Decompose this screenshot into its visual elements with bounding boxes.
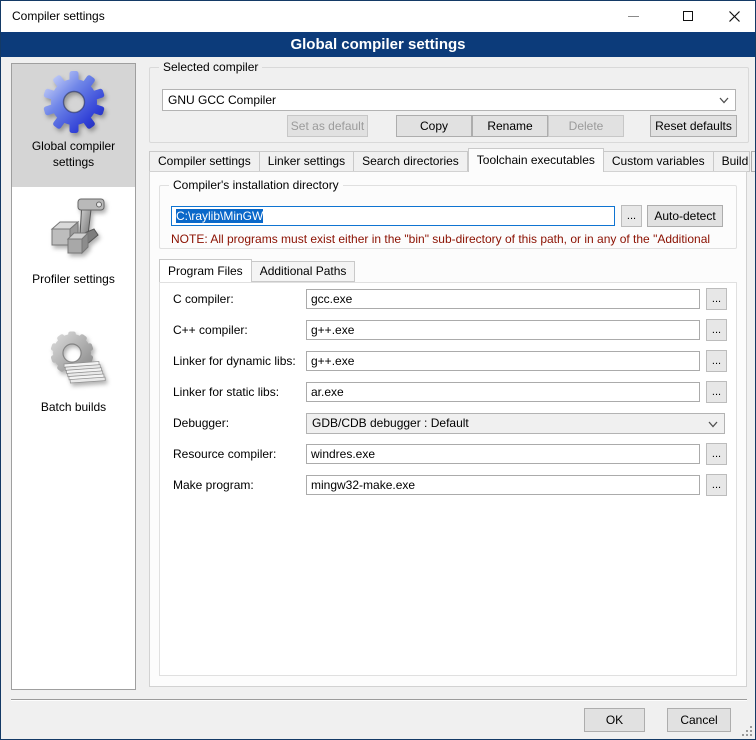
- installation-directory-group-label: Compiler's installation directory: [169, 178, 343, 192]
- linker-static-value: ar.exe: [311, 385, 344, 399]
- maximize-icon: [683, 11, 693, 21]
- tab-build-options[interactable]: Build options: [714, 151, 750, 172]
- c-compiler-value: gcc.exe: [311, 292, 352, 306]
- debugger-value: GDB/CDB debugger : Default: [312, 416, 469, 430]
- cpp-compiler-input[interactable]: g++.exe: [306, 320, 700, 340]
- linker-static-input[interactable]: ar.exe: [306, 382, 700, 402]
- footer-divider: [11, 699, 747, 701]
- selected-compiler-group-label: Selected compiler: [159, 60, 262, 74]
- field-label-linker-static: Linker for static libs:: [173, 385, 279, 399]
- cancel-button[interactable]: Cancel: [667, 708, 731, 732]
- set-as-default-button[interactable]: Set as default: [287, 115, 368, 137]
- minimize-icon: [628, 16, 639, 17]
- linker-static-browse-button[interactable]: ...: [706, 381, 727, 403]
- chevron-down-icon: [719, 97, 729, 104]
- tab-compiler-settings[interactable]: Compiler settings: [149, 151, 260, 172]
- close-icon: [729, 11, 740, 22]
- make-program-value: mingw32-make.exe: [311, 478, 415, 492]
- field-label-cpp-compiler: C++ compiler:: [173, 323, 248, 337]
- field-label-c-compiler: C compiler:: [173, 292, 234, 306]
- settings-tab-bar: Compiler settings Linker settings Search…: [149, 148, 756, 172]
- sidebar-item-label: Profiler settings: [12, 271, 135, 287]
- sidebar-item-global-compiler-settings[interactable]: Global compiler settings: [12, 64, 135, 187]
- copy-button[interactable]: Copy: [396, 115, 472, 137]
- note-text: NOTE: All programs must exist either in …: [171, 232, 733, 246]
- tab-search-directories[interactable]: Search directories: [354, 151, 468, 172]
- close-button[interactable]: [711, 1, 756, 31]
- program-files-tab-bar: Program Files Additional Paths: [159, 259, 355, 282]
- ok-button[interactable]: OK: [584, 708, 645, 732]
- make-program-browse-button[interactable]: ...: [706, 474, 727, 496]
- minimize-button[interactable]: [610, 1, 656, 31]
- compiler-settings-dialog: Compiler settings Global compiler settin…: [0, 0, 756, 740]
- tab-program-files[interactable]: Program Files: [159, 259, 252, 282]
- tab-scroll-left-button[interactable]: ◀: [751, 151, 756, 172]
- installation-directory-group: Compiler's installation directory C:\ray…: [159, 185, 737, 249]
- compiler-select[interactable]: GNU GCC Compiler: [162, 89, 736, 111]
- delete-button[interactable]: Delete: [548, 115, 624, 137]
- c-compiler-input[interactable]: gcc.exe: [306, 289, 700, 309]
- title-bar[interactable]: Compiler settings: [1, 1, 755, 32]
- field-label-linker-dynamic: Linker for dynamic libs:: [173, 354, 296, 368]
- field-label-debugger: Debugger:: [173, 416, 229, 430]
- field-label-resource-compiler: Resource compiler:: [173, 447, 276, 461]
- cpp-compiler-value: g++.exe: [311, 323, 354, 337]
- tab-custom-variables[interactable]: Custom variables: [604, 151, 714, 172]
- linker-dynamic-value: g++.exe: [311, 354, 354, 368]
- installation-directory-value: C:\raylib\MinGW: [176, 209, 263, 223]
- toolchain-executables-page: Compiler's installation directory C:\ray…: [149, 171, 747, 687]
- sidebar-item-label: Global compiler settings: [12, 138, 135, 170]
- c-compiler-browse-button[interactable]: ...: [706, 288, 727, 310]
- installation-directory-input[interactable]: C:\raylib\MinGW: [171, 206, 615, 226]
- page-title: Global compiler settings: [1, 32, 755, 57]
- linker-dynamic-browse-button[interactable]: ...: [706, 350, 727, 372]
- auto-detect-button[interactable]: Auto-detect: [647, 205, 723, 227]
- sidebar-item-label: Batch builds: [12, 399, 135, 415]
- installation-directory-browse-button[interactable]: ...: [621, 205, 642, 227]
- resize-grip-icon[interactable]: [740, 724, 752, 736]
- reset-defaults-button[interactable]: Reset defaults: [650, 115, 737, 137]
- make-program-input[interactable]: mingw32-make.exe: [306, 475, 700, 495]
- resource-compiler-browse-button[interactable]: ...: [706, 443, 727, 465]
- cpp-compiler-browse-button[interactable]: ...: [706, 319, 727, 341]
- program-files-page: C compiler: gcc.exe ... C++ compiler: g+…: [159, 282, 737, 676]
- compiler-select-value: GNU GCC Compiler: [168, 93, 276, 107]
- tab-additional-paths[interactable]: Additional Paths: [252, 261, 356, 282]
- rename-button[interactable]: Rename: [472, 115, 548, 137]
- tab-toolchain-executables[interactable]: Toolchain executables: [468, 148, 604, 172]
- window-title: Compiler settings: [12, 9, 105, 23]
- maximize-button[interactable]: [665, 1, 711, 31]
- tab-linker-settings[interactable]: Linker settings: [260, 151, 354, 172]
- profiler-caliper-icon: [42, 195, 106, 259]
- resource-compiler-input[interactable]: windres.exe: [306, 444, 700, 464]
- sidebar-item-batch-builds[interactable]: Batch builds: [12, 319, 135, 431]
- field-label-make-program: Make program:: [173, 478, 254, 492]
- blue-gear-icon: [42, 70, 106, 134]
- batch-builds-icon: [42, 327, 106, 391]
- sidebar-item-profiler-settings[interactable]: Profiler settings: [12, 189, 135, 301]
- resource-compiler-value: windres.exe: [311, 447, 375, 461]
- chevron-down-icon: [708, 421, 718, 428]
- settings-category-list: Global compiler settings P: [11, 63, 136, 690]
- debugger-select[interactable]: GDB/CDB debugger : Default: [306, 413, 725, 434]
- selected-compiler-group: Selected compiler GNU GCC Compiler Set a…: [149, 67, 749, 143]
- linker-dynamic-input[interactable]: g++.exe: [306, 351, 700, 371]
